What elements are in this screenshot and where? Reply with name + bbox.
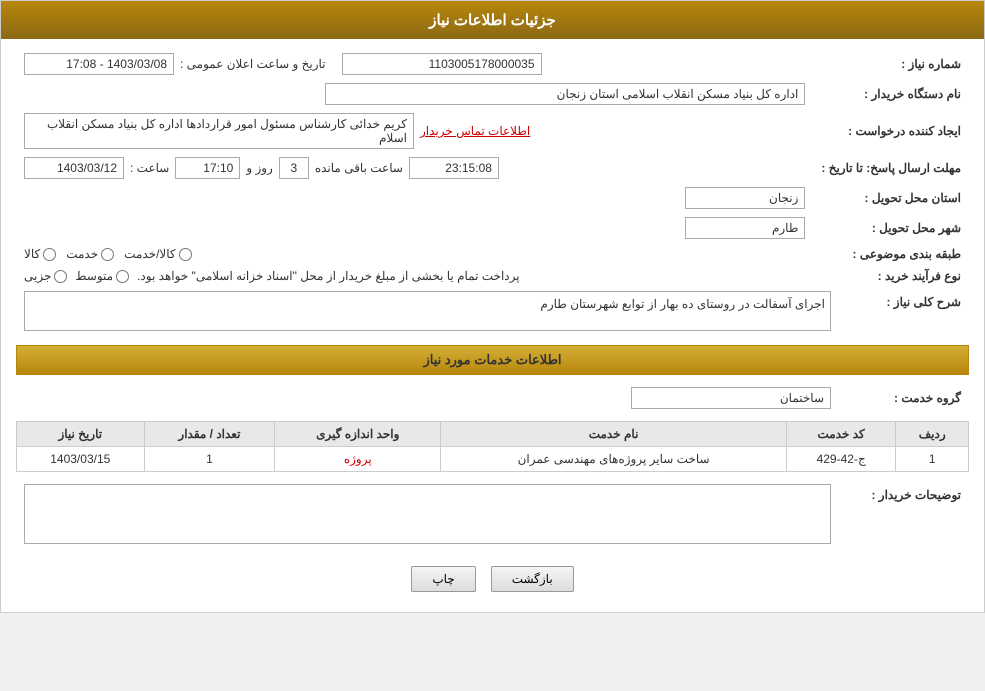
col-vahed: واحد اندازه گیری xyxy=(275,422,441,447)
ijad-label: ایجاد کننده درخواست : xyxy=(813,109,969,153)
shomara-niaz-input: 1103005178000035 xyxy=(342,53,542,75)
cell-name: ساخت سایر پروژه‌های مهندسی عمران xyxy=(441,447,787,472)
cell-tedad: 1 xyxy=(144,447,275,472)
tozihat-table: توضیحات خریدار : xyxy=(16,480,969,551)
farayand-desc: پرداخت تمام یا بخشی از مبلغ خریدار از مح… xyxy=(137,269,520,283)
ijad-value: اطلاعات تماس خریدار کریم خدائی کارشناس م… xyxy=(16,109,813,153)
page-wrapper: جزئیات اطلاعات نیاز شماره نیاز : 1103005… xyxy=(0,0,985,613)
btn-chap[interactable]: چاپ xyxy=(411,566,475,592)
khedmat-radio[interactable]: خدمت xyxy=(66,247,114,261)
ijad-input: کریم خدائی کارشناس مسئول امور قراردادها … xyxy=(24,113,414,149)
time-label: ساعت : xyxy=(130,161,169,175)
darkhast-input: اداره کل بنیاد مسکن انقلاب اسلامی استان … xyxy=(325,83,805,105)
baqi-input: 23:15:08 xyxy=(409,157,499,179)
rooz-input: 3 xyxy=(279,157,309,179)
grooh-table: گروه خدمت : ساختمان xyxy=(16,383,969,413)
shahr-input: طارم xyxy=(685,217,805,239)
tarikhe-ijad-input: 1403/03/08 - 17:08 xyxy=(24,53,174,75)
noE-farayand-label: نوع فرآیند خرید : xyxy=(813,265,969,287)
page-header: جزئیات اطلاعات نیاز xyxy=(1,1,984,39)
buttons-row: بازگشت چاپ xyxy=(16,566,969,592)
shahr-value: طارم xyxy=(16,213,813,243)
col-tedad: تعداد / مقدار xyxy=(144,422,275,447)
grooh-khedmat-label: گروه خدمت : xyxy=(839,383,969,413)
btn-bazgasht[interactable]: بازگشت xyxy=(491,566,574,592)
col-kod: کد خدمت xyxy=(786,422,895,447)
shahr-label: شهر محل تحویل : xyxy=(813,213,969,243)
tozihat-textarea[interactable] xyxy=(24,484,831,544)
sharh-label: شرح کلی نیاز : xyxy=(839,287,969,335)
rooz-label: روز و xyxy=(246,161,273,175)
ostan-input: زنجان xyxy=(685,187,805,209)
grooh-khedmat-input: ساختمان xyxy=(631,387,831,409)
khadamat-section-title: اطلاعات خدمات مورد نیاز xyxy=(16,345,969,375)
grooh-khedmat-value: ساختمان xyxy=(16,383,839,413)
cell-radif: 1 xyxy=(896,447,969,472)
info-table: شماره نیاز : 1103005178000035 تاریخ و سا… xyxy=(16,49,969,287)
main-content: شماره نیاز : 1103005178000035 تاریخ و سا… xyxy=(1,39,984,612)
darkhast-value: اداره کل بنیاد مسکن انقلاب اسلامی استان … xyxy=(16,79,813,109)
shomara-niaz-value: 1103005178000035 تاریخ و ساعت اعلان عموم… xyxy=(16,49,813,79)
ostan-label: استان محل تحویل : xyxy=(813,183,969,213)
kala-khedmat-radio[interactable]: کالا/خدمت xyxy=(124,247,191,261)
mohlat-value: 23:15:08 ساعت باقی مانده 3 روز و 17:10 س… xyxy=(16,153,813,183)
date-input: 1403/03/12 xyxy=(24,157,124,179)
sharh-table: شرح کلی نیاز : اجرای آسفالت در روستای ده… xyxy=(16,287,969,335)
sharh-input: اجرای آسفالت در روستای ده بهار از توابع … xyxy=(24,291,831,331)
baqi-label: ساعت باقی مانده xyxy=(315,161,403,175)
ostan-value: زنجان xyxy=(16,183,813,213)
contact-link[interactable]: اطلاعات تماس خریدار xyxy=(420,124,530,138)
kala-radio[interactable]: کالا xyxy=(24,247,56,261)
tozihat-value xyxy=(16,480,839,551)
tozihat-label: توضیحات خریدار : xyxy=(839,480,969,551)
cell-vahed: پروژه xyxy=(275,447,441,472)
cell-kod: ج-42-429 xyxy=(786,447,895,472)
mohlat-label: مهلت ارسال پاسخ: تا تاریخ : xyxy=(813,153,969,183)
shomara-niaz-label: شماره نیاز : xyxy=(813,49,969,79)
table-row: 1 ج-42-429 ساخت سایر پروژه‌های مهندسی عم… xyxy=(17,447,969,472)
darkhast-label: نام دستگاه خریدار : xyxy=(813,79,969,109)
noE-farayand-value: پرداخت تمام یا بخشی از مبلغ خریدار از مح… xyxy=(16,265,813,287)
jozyi-radio[interactable]: جزیی xyxy=(24,269,67,283)
col-radif: ردیف xyxy=(896,422,969,447)
tabaqe-label: طبقه بندی موضوعی : xyxy=(813,243,969,265)
service-table: ردیف کد خدمت نام خدمت واحد اندازه گیری ت… xyxy=(16,421,969,472)
time-input: 17:10 xyxy=(175,157,240,179)
col-name: نام خدمت xyxy=(441,422,787,447)
motaset-radio[interactable]: متوسط xyxy=(75,269,129,283)
tabaqe-value: کالا/خدمت خدمت کالا xyxy=(16,243,813,265)
tarikhe-ijad-label: تاریخ و ساعت اعلان عمومی : xyxy=(180,57,326,71)
sharh-value: اجرای آسفالت در روستای ده بهار از توابع … xyxy=(16,287,839,335)
col-tarikh: تاریخ نیاز xyxy=(17,422,145,447)
cell-tarikh: 1403/03/15 xyxy=(17,447,145,472)
page-title: جزئیات اطلاعات نیاز xyxy=(429,12,556,29)
